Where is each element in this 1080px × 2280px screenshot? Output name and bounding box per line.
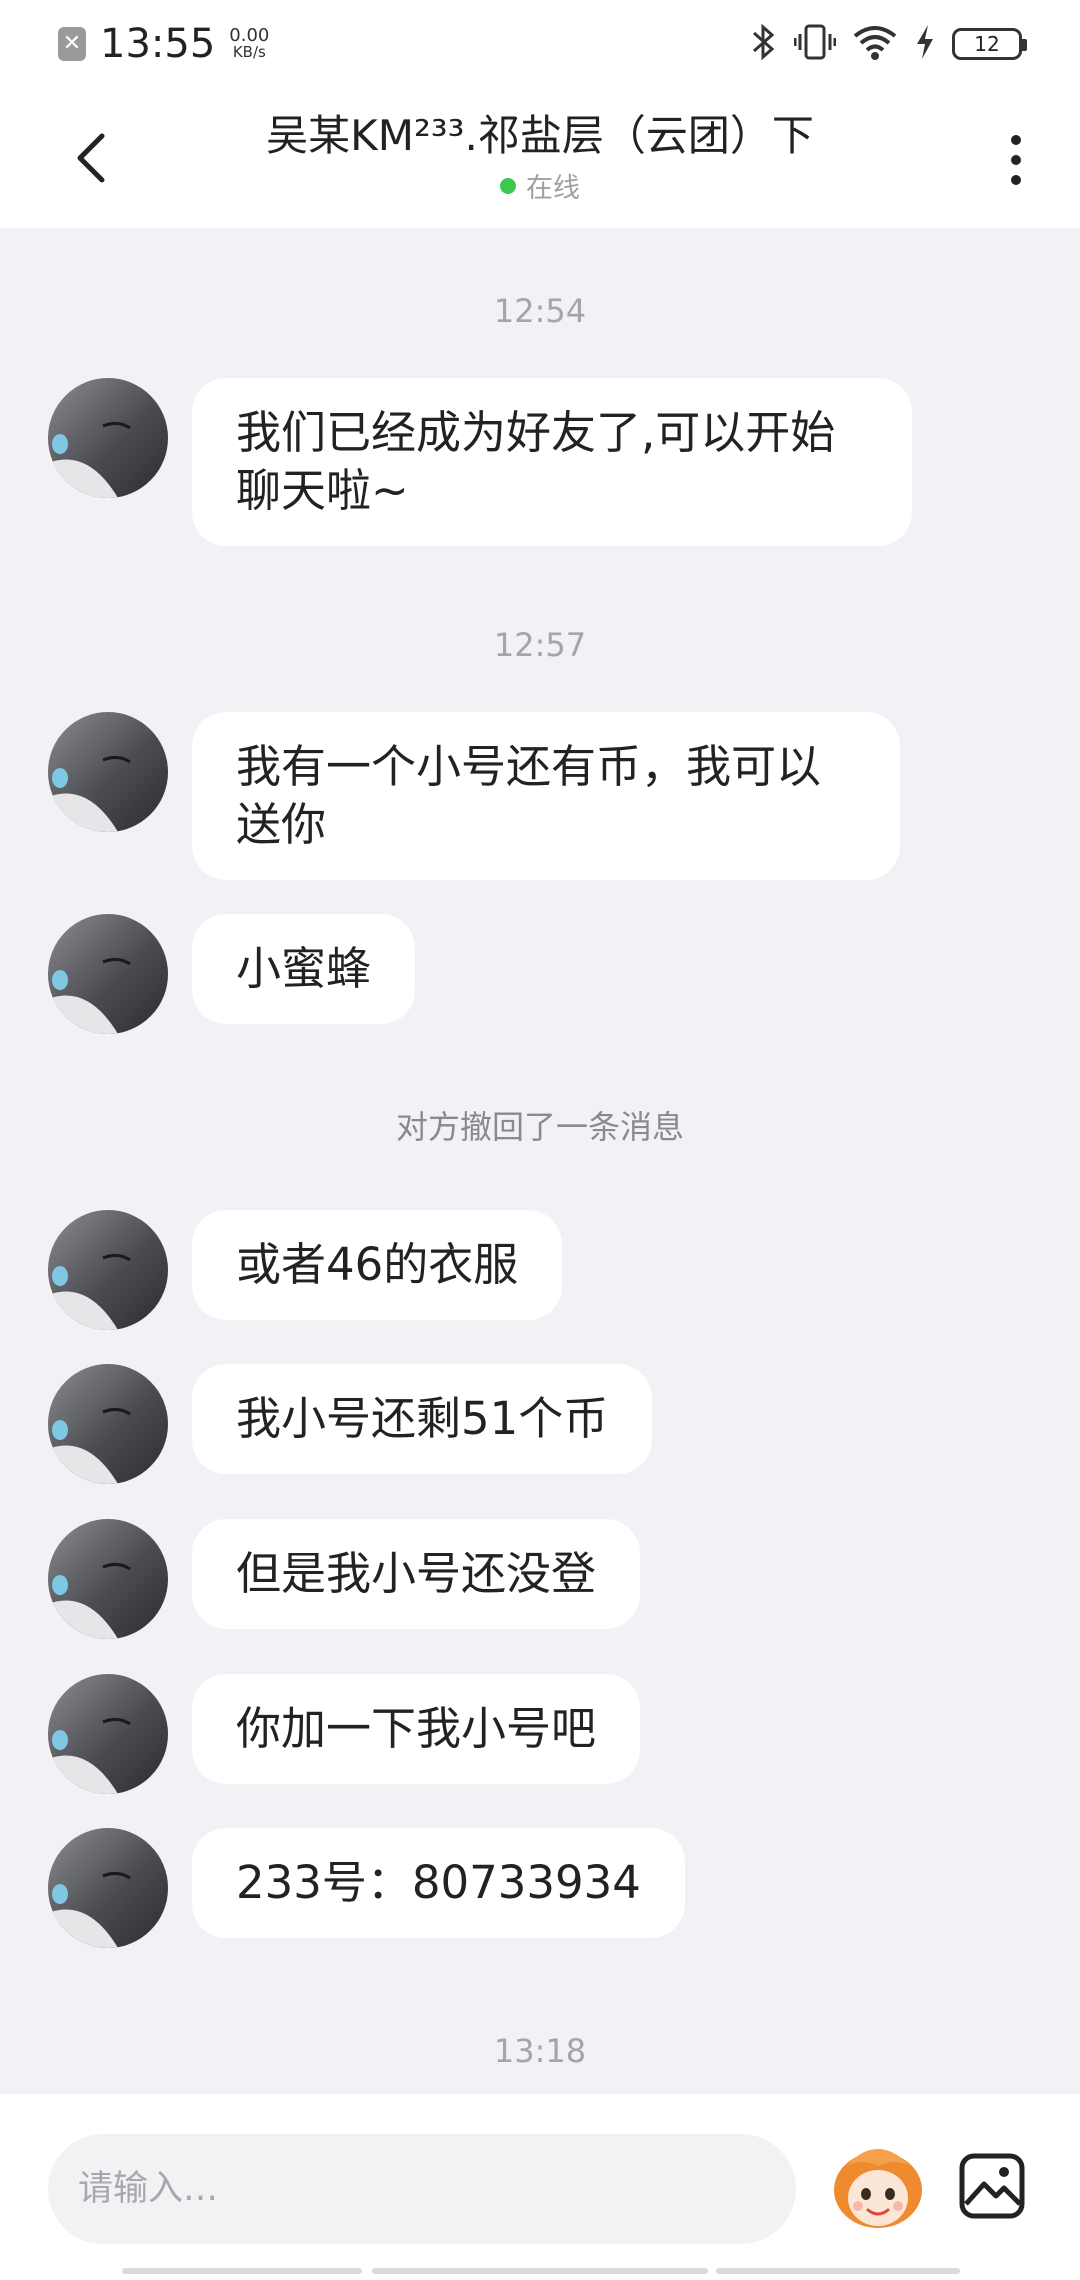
title-block: 吴某KM²³³.祁盐层（云团）下 在线 [160, 108, 920, 205]
contact-avatar[interactable] [48, 1519, 168, 1639]
status-right: 12 [750, 22, 1027, 66]
online-dot-icon [500, 177, 516, 194]
message-text: 我有一个小号还有币，我可以 [236, 740, 822, 793]
timestamp: 12:54 [493, 292, 587, 330]
message-bubble[interactable]: 我有一个小号还有币，我可以 送你 [192, 712, 900, 880]
timestamp: 12:57 [493, 626, 587, 664]
message-bubble[interactable]: 小蜜蜂 [192, 914, 416, 1024]
input-bar: 请输入… [0, 2094, 1080, 2280]
online-status: 在线 [160, 166, 920, 205]
bluetooth-icon [750, 22, 778, 66]
keyboard-hint-bar [372, 2268, 708, 2274]
message-list[interactable]: 12:54 我们已经成为好友了,可以开始 聊天啦~ 12:57 我有一个小号还有… [0, 228, 1080, 2094]
contact-avatar[interactable] [48, 914, 168, 1034]
message-bubble[interactable]: 但是我小号还没登 [192, 1519, 641, 1629]
contact-avatar[interactable] [48, 1364, 168, 1484]
contact-name: 吴某KM²³³.祁盐层（云团）下 [266, 111, 814, 160]
image-button[interactable] [958, 2152, 1026, 2220]
message-bubble[interactable]: 233号：80733934 [192, 1828, 685, 1938]
vibrate-icon [793, 22, 837, 66]
contact-avatar[interactable] [48, 378, 168, 498]
message-text: 你加一下我小号吧 [236, 1702, 597, 1755]
wifi-icon [852, 22, 898, 66]
message-text: 小蜜蜂 [236, 942, 372, 995]
network-speed-unit: KB/s [232, 43, 266, 61]
battery-icon: 12 [952, 28, 1027, 60]
keyboard-hint-bar [122, 2268, 362, 2274]
contact-avatar[interactable] [48, 1828, 168, 1948]
more-vertical-icon [1011, 135, 1021, 185]
image-icon [959, 2153, 1025, 2219]
network-speed: 0.00 KB/s [229, 27, 269, 61]
message-bubble[interactable]: 我们已经成为好友了,可以开始 聊天啦~ [192, 378, 912, 546]
online-status-label: 在线 [526, 173, 580, 204]
status-time: 13:55 [100, 21, 216, 67]
message-bubble[interactable]: 或者46的衣服 [192, 1210, 563, 1320]
message-bubble[interactable]: 你加一下我小号吧 [192, 1674, 641, 1784]
contact-avatar[interactable] [48, 1210, 168, 1330]
message-text: 送你 [236, 798, 327, 851]
keyboard-hint-bar [716, 2268, 960, 2274]
message-text: 我小号还剩51个币 [236, 1392, 609, 1445]
more-options-button[interactable] [996, 128, 1036, 192]
message-text: 我们已经成为好友了,可以开始 [236, 406, 836, 459]
chevron-left-icon [77, 133, 105, 183]
status-bar: ✕ 13:55 0.00 KB/s 12 [0, 0, 1080, 88]
charging-icon [914, 22, 936, 66]
monkey-emoji-icon [834, 2149, 922, 2228]
message-text: 233号：80733934 [236, 1856, 641, 1909]
contact-avatar[interactable] [48, 712, 168, 832]
chat-header: 吴某KM²³³.祁盐层（云团）下 在线 [0, 88, 1080, 228]
timestamp: 13:18 [493, 2032, 587, 2070]
contact-avatar[interactable] [48, 1674, 168, 1794]
back-button[interactable] [62, 126, 122, 190]
notification-icon: ✕ [58, 27, 86, 61]
message-text: 或者46的衣服 [236, 1238, 519, 1291]
message-text: 但是我小号还没登 [236, 1547, 597, 1600]
message-text: 聊天啦~ [236, 464, 409, 517]
recall-notice: 对方撤回了一条消息 [395, 1108, 684, 1146]
message-input[interactable]: 请输入… [48, 2134, 796, 2244]
emoji-button[interactable] [828, 2136, 928, 2236]
status-left: ✕ 13:55 0.00 KB/s [58, 20, 269, 68]
message-bubble[interactable]: 我小号还剩51个币 [192, 1364, 653, 1474]
network-speed-value: 0.00 [229, 25, 270, 46]
